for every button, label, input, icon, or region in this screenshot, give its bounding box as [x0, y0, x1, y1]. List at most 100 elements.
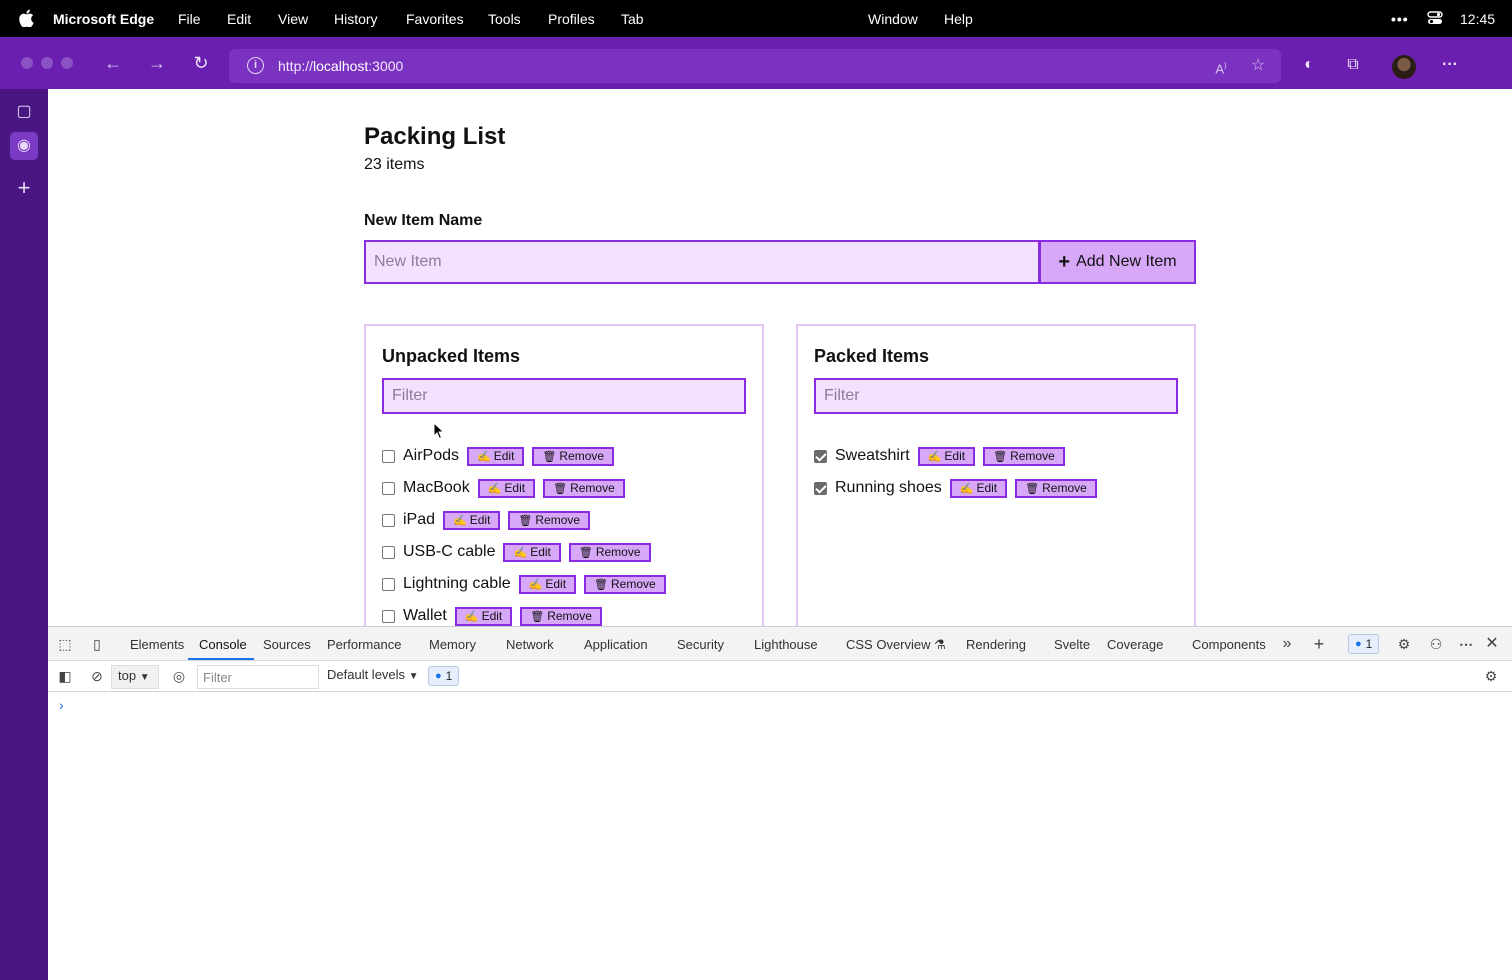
add-tool-icon[interactable]: + [1310, 635, 1328, 653]
item-checkbox[interactable] [382, 449, 395, 463]
forward-arrow-icon[interactable]: → [146, 52, 168, 74]
add-new-item-button[interactable]: + Add New Item [1039, 240, 1196, 284]
trash-icon: 🗑 [578, 546, 593, 559]
devtools-tab-css-overview[interactable]: CSS Overview ⚗ [846, 637, 946, 653]
menubar-clock[interactable]: 12:45 [1460, 11, 1495, 27]
menu-tab[interactable]: Tab [621, 11, 644, 27]
item-name: Sweatshirt [835, 447, 910, 464]
remove-button[interactable]: 🗑 Remove [568, 542, 651, 562]
devtools-tab-rendering[interactable]: Rendering [966, 637, 1026, 652]
new-tab-icon[interactable]: + [12, 176, 36, 200]
console-prompt-chevron-icon[interactable]: › [59, 697, 64, 713]
console-filter-input[interactable] [197, 665, 319, 689]
item-checkbox[interactable] [814, 449, 827, 463]
inspect-element-icon[interactable]: ⬚ [56, 635, 74, 653]
profile-avatar[interactable] [1392, 55, 1416, 79]
window-minimize-button[interactable] [41, 57, 53, 69]
devtools-tab-performance[interactable]: Performance [327, 637, 401, 652]
edit-button[interactable]: ✍ Edit [454, 606, 513, 626]
console-messages-badge[interactable]: ● 1 [428, 666, 460, 686]
devtools-tab-network[interactable]: Network [506, 637, 554, 652]
edit-button[interactable]: ✍ Edit [518, 574, 577, 594]
devtools-tab-lighthouse[interactable]: Lighthouse [754, 637, 818, 652]
remove-button[interactable]: 🗑 Remove [508, 510, 591, 530]
devtools-tab-security[interactable]: Security [677, 637, 724, 652]
window-close-button[interactable] [21, 57, 33, 69]
edit-button[interactable]: ✍ Edit [477, 478, 536, 498]
refresh-icon[interactable]: ↻ [190, 52, 212, 74]
menu-favorites[interactable]: Favorites [406, 11, 464, 27]
console-settings-gear-icon[interactable]: ⚙ [1482, 667, 1500, 685]
devtools-more-icon[interactable]: ⋯ [1457, 635, 1475, 653]
devtools-panel: ⬚ ▯ Elements Console Sources Performance… [48, 626, 1512, 980]
devtools-tab-svelte[interactable]: Svelte [1054, 637, 1090, 652]
menu-tools[interactable]: Tools [488, 11, 521, 27]
item-checkbox[interactable] [382, 577, 395, 591]
window-zoom-button[interactable] [61, 57, 73, 69]
menu-file[interactable]: File [178, 11, 201, 27]
edit-button[interactable]: ✍ Edit [467, 446, 525, 466]
item-checkbox[interactable] [382, 513, 395, 527]
new-item-input[interactable] [364, 240, 1040, 284]
apple-logo-icon[interactable] [18, 9, 34, 27]
console-sidebar-icon[interactable]: ◧ [56, 667, 74, 685]
unpacked-filter-input[interactable] [382, 378, 746, 414]
active-tab-favicon-icon[interactable]: ◉ [10, 132, 38, 160]
device-emulation-icon[interactable]: ▯ [88, 635, 106, 653]
issues-badge[interactable]: ● 1 [1348, 634, 1380, 654]
edit-button[interactable]: ✍ Edit [443, 510, 501, 530]
control-center-icon[interactable] [1427, 10, 1443, 29]
more-options-icon[interactable]: ··· [1440, 55, 1460, 75]
devtools-tab-components[interactable]: Components [1192, 637, 1266, 652]
clear-console-icon[interactable]: ⊘ [88, 667, 106, 685]
edit-button[interactable]: ✍ Edit [503, 542, 561, 562]
devtools-tab-elements[interactable]: Elements [130, 637, 184, 652]
menu-profiles[interactable]: Profiles [548, 11, 595, 27]
remove-button[interactable]: 🗑 Remove [983, 446, 1065, 466]
devtools-tab-memory[interactable]: Memory [429, 637, 476, 652]
remove-button[interactable]: 🗑 Remove [584, 574, 666, 594]
devtools-tab-coverage[interactable]: Coverage [1107, 637, 1163, 652]
item-checkbox[interactable] [382, 609, 395, 623]
packed-filter-input[interactable] [814, 378, 1178, 414]
menu-window[interactable]: Window [868, 11, 918, 27]
item-name: iPad [403, 511, 436, 528]
back-arrow-icon[interactable]: ← [102, 52, 124, 74]
menu-history[interactable]: History [334, 11, 378, 27]
devtools-tab-application[interactable]: Application [584, 637, 648, 652]
remove-button[interactable]: 🗑 Remove [543, 478, 625, 498]
extensions-icon[interactable]: ⧉ [1343, 55, 1363, 75]
edit-button[interactable]: ✍ Edit [917, 446, 976, 466]
tab-actions-icon[interactable]: ▢ [12, 100, 36, 124]
menu-app-name[interactable]: Microsoft Edge [53, 11, 154, 27]
item-checkbox[interactable] [382, 545, 395, 559]
item-checkbox[interactable] [382, 481, 395, 495]
page-viewport: Packing List 23 items New Item Name + Ad… [48, 89, 1512, 626]
edit-button[interactable]: ✍ Edit [949, 478, 1008, 498]
live-expression-eye-icon[interactable]: ◎ [170, 667, 188, 685]
item-checkbox[interactable] [814, 481, 827, 495]
copilot-icon[interactable]: ◐ [1299, 55, 1319, 75]
unpacked-items-panel: Unpacked Items AirPods ✍Edit 🗑Remove Mac… [364, 324, 764, 626]
remove-button[interactable]: 🗑 Remove [520, 606, 602, 626]
address-url[interactable]: http://localhost:3000 [278, 58, 403, 74]
devtools-tab-sources[interactable]: Sources [263, 637, 311, 652]
address-bar[interactable]: i http://localhost:3000 A) ☆ [229, 49, 1281, 83]
menubar-extras-icon[interactable]: ••• [1391, 11, 1409, 27]
menu-help[interactable]: Help [944, 11, 973, 27]
add-favorite-icon[interactable]: ☆ [1249, 57, 1267, 75]
feedback-icon[interactable]: ⚇ [1427, 635, 1445, 653]
settings-gear-icon[interactable]: ⚙ [1395, 635, 1413, 653]
menu-edit[interactable]: Edit [227, 11, 251, 27]
add-new-item-label: Add New Item [1076, 253, 1177, 270]
site-info-icon[interactable]: i [247, 57, 264, 74]
log-levels-dropdown[interactable]: Default levels ▼ [327, 667, 419, 682]
more-tabs-chevron-icon[interactable]: » [1278, 635, 1296, 653]
read-aloud-icon[interactable]: A) [1212, 57, 1230, 76]
remove-button[interactable]: 🗑 Remove [1015, 478, 1097, 498]
context-selector[interactable]: top ▼ [111, 665, 159, 689]
menu-view[interactable]: View [278, 11, 308, 27]
devtools-tab-console[interactable]: Console [199, 637, 247, 652]
close-devtools-icon[interactable]: ✕ [1483, 635, 1501, 653]
remove-button[interactable]: 🗑 Remove [532, 446, 615, 466]
